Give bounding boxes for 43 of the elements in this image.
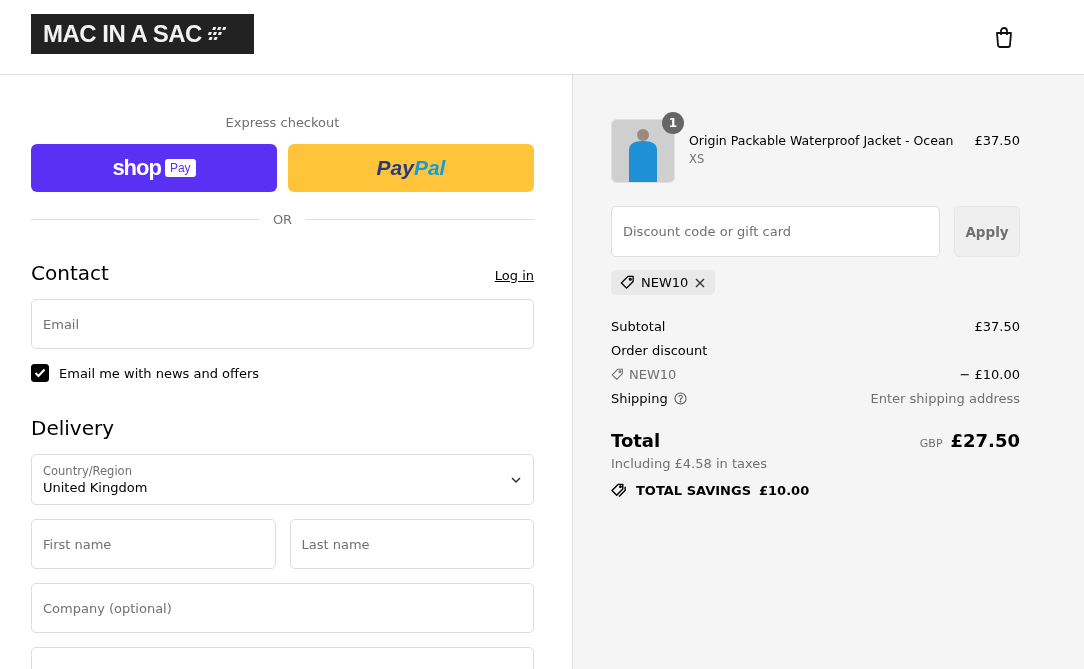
- product-variant: XS: [689, 152, 706, 166]
- login-link[interactable]: Log in: [494, 268, 534, 283]
- product-photo-placeholder: [611, 119, 675, 183]
- product-name: Origin Packable Waterproof Jacket - Ocean: [689, 133, 955, 148]
- section-heading: Contact: [31, 261, 109, 285]
- section-heading: Delivery: [31, 416, 115, 440]
- tag-icon: [620, 275, 635, 290]
- email-field[interactable]: Email: [31, 299, 534, 349]
- discount-code: NEW10: [629, 367, 677, 382]
- quantity-badge: 1: [662, 112, 684, 134]
- shopping-bag-icon[interactable]: [994, 26, 1014, 48]
- help-icon[interactable]: [673, 392, 687, 405]
- total-value: £27.50: [950, 430, 1020, 451]
- savings-value: £10.00: [759, 483, 810, 498]
- summary-value: − £10.00: [959, 367, 1020, 382]
- country-select[interactable]: Country/Region United Kingdom: [31, 454, 534, 505]
- shop-pay-button[interactable]: shop Pay: [31, 144, 277, 192]
- text-field[interactable]: Last name: [289, 519, 534, 569]
- checkbox-label: Email me with news and offers: [59, 365, 260, 381]
- summary-label: Order discount: [611, 343, 708, 358]
- product-price: £37.50: [974, 132, 1020, 148]
- summary-value: Enter shipping address: [870, 391, 1020, 406]
- text-field[interactable]: Company (optional): [31, 583, 534, 633]
- summary-label: Shipping: [611, 391, 668, 406]
- tags-icon: [611, 483, 628, 498]
- currency-code: GBP: [919, 437, 943, 450]
- text-field[interactable]: First name: [31, 519, 276, 569]
- close-icon[interactable]: [694, 276, 707, 289]
- logo[interactable]: MAC IN A SAC: [31, 14, 254, 54]
- divider-label: OR: [272, 212, 293, 227]
- summary-value: £37.50: [974, 319, 1020, 334]
- savings-label: TOTAL SAVINGS: [636, 483, 751, 498]
- paypal-button[interactable]: PayPal: [288, 144, 534, 192]
- tag-icon: [611, 368, 624, 381]
- apply-button[interactable]: Apply: [954, 206, 1020, 257]
- summary-label: Subtotal: [611, 319, 666, 334]
- checkbox[interactable]: [31, 364, 49, 382]
- taxes-note: Including £4.58 in taxes: [611, 456, 769, 471]
- discount-field[interactable]: Discount code or gift card: [611, 206, 940, 257]
- chevron-down-icon: [510, 475, 522, 484]
- section-title: Express checkout: [224, 115, 341, 130]
- total-label: Total: [611, 430, 661, 451]
- discount-code: NEW10: [641, 275, 689, 290]
